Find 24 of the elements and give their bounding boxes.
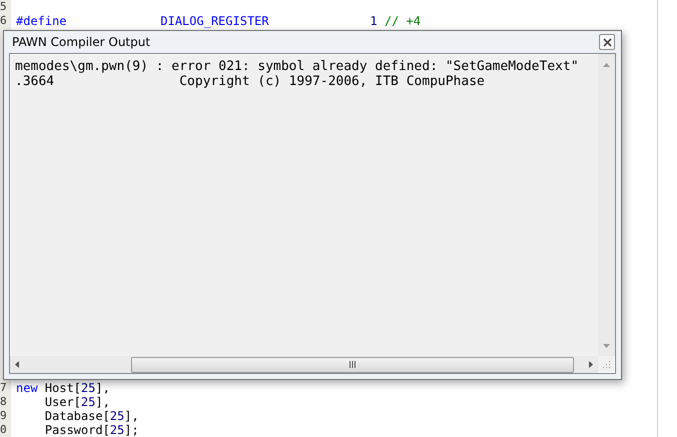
scroll-down-icon[interactable]	[603, 344, 610, 348]
output-line: .3664 Copyright (c) 1997-2006, ITB CompuPhase	[15, 74, 486, 89]
line-number: 9	[0, 409, 8, 423]
code-line: Password[25];	[44, 423, 139, 437]
resize-grip-icon[interactable]	[602, 360, 611, 369]
line-number: 6	[0, 14, 8, 28]
line-number: 5	[0, 0, 8, 14]
code-line: Database[25],	[44, 409, 139, 424]
close-button[interactable]	[599, 34, 615, 50]
code-line: new Host[25],	[15, 381, 110, 396]
vertical-scrollbar[interactable]	[598, 54, 615, 356]
line-number: 8	[0, 395, 8, 409]
scroll-up-icon[interactable]	[603, 63, 610, 67]
scroll-right-icon[interactable]	[589, 361, 593, 368]
line-number: 0	[0, 423, 8, 437]
window-title: PAWN Compiler Output	[11, 35, 150, 49]
code-line: User[25],	[44, 395, 110, 410]
horizontal-scrollbar[interactable]	[10, 356, 598, 373]
code-line: #define DIALOG_REGISTER 1 // +4	[15, 14, 421, 30]
output-line: memodes\gm.pwn(9) : error 021: symbol already defined: "SetGameModeText"	[15, 59, 580, 74]
scroll-left-icon[interactable]	[15, 361, 19, 368]
line-number: 7	[0, 381, 8, 395]
scrollbar-thumb[interactable]	[131, 356, 574, 372]
close-icon	[602, 38, 612, 46]
